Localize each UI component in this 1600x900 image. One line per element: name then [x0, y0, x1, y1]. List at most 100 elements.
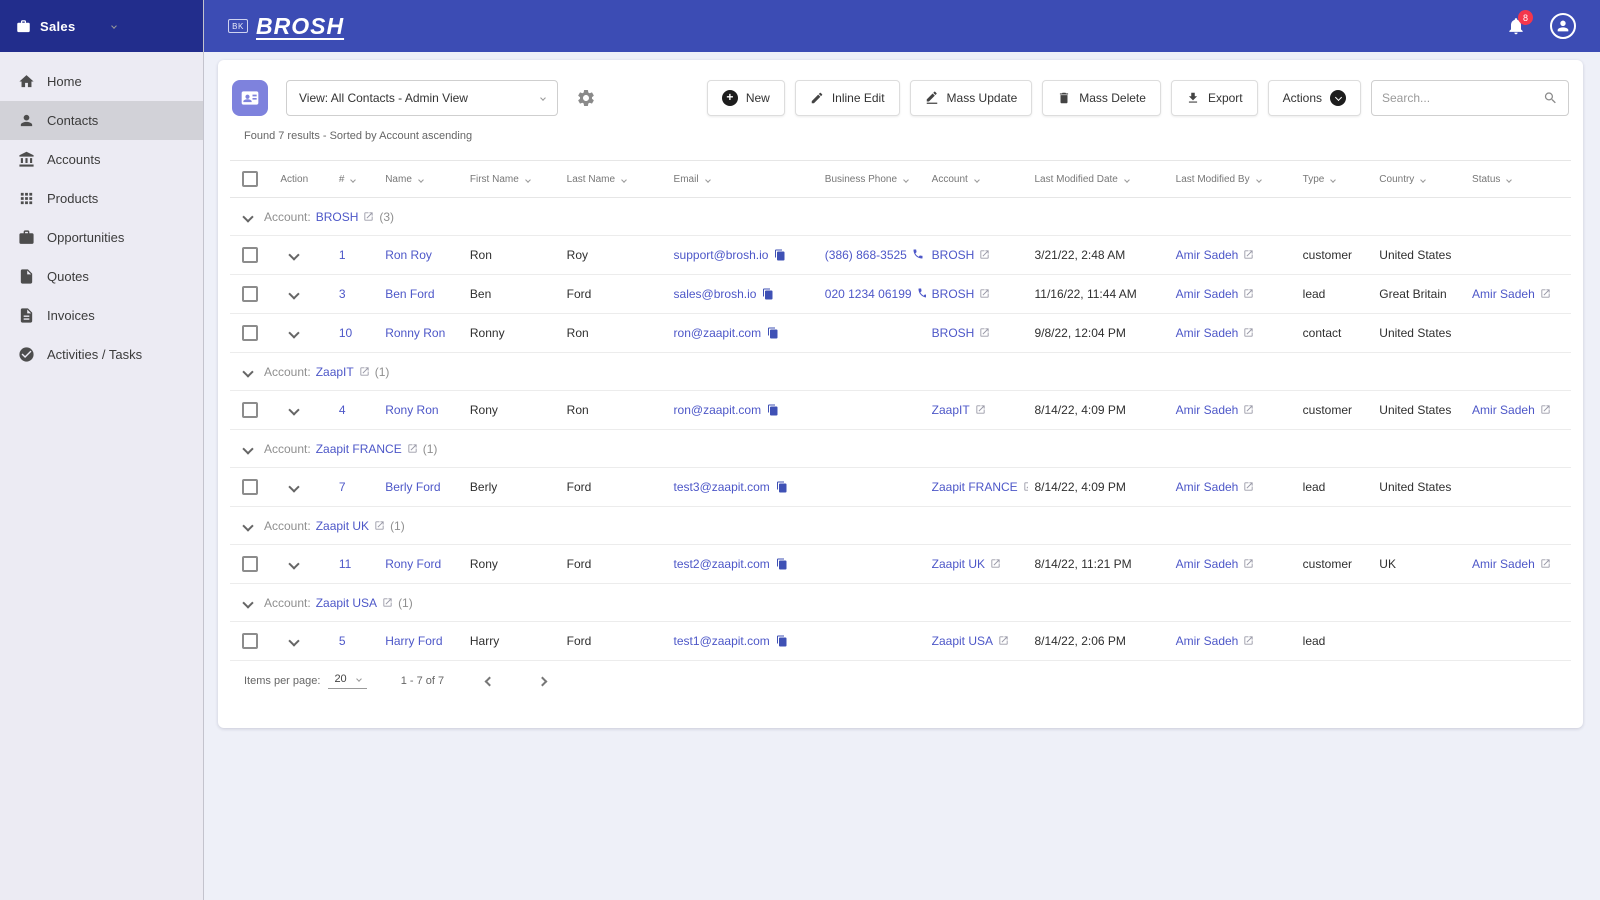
contact-name-link[interactable]: Ron Roy	[385, 248, 432, 262]
last-modified-by-link[interactable]: Amir Sadeh	[1176, 480, 1239, 494]
column-header-first-name[interactable]: First Name	[463, 160, 561, 198]
column-header-action[interactable]: Action	[274, 160, 333, 198]
email-link[interactable]: ron@zaapit.com	[674, 403, 762, 417]
contact-name-link[interactable]: Rony Ford	[385, 557, 441, 571]
sidebar-item-accounts[interactable]: Accounts	[0, 140, 203, 179]
copy-icon[interactable]	[776, 635, 788, 647]
row-number-link[interactable]: 10	[339, 326, 352, 340]
copy-icon[interactable]	[767, 327, 779, 339]
sidebar-item-products[interactable]: Products	[0, 179, 203, 218]
row-action-chevron[interactable]	[288, 558, 301, 570]
column-header-last-modified-by[interactable]: Last Modified By	[1169, 160, 1297, 198]
column-header-last-name[interactable]: Last Name	[560, 160, 668, 198]
row-number-link[interactable]: 5	[339, 634, 346, 648]
group-collapse-chevron[interactable]	[242, 442, 254, 455]
sort-chevron-icon[interactable]	[524, 176, 531, 183]
mass-delete-button[interactable]: Mass Delete	[1042, 80, 1161, 116]
row-checkbox[interactable]	[242, 633, 258, 649]
account-link[interactable]: BROSH	[932, 248, 975, 262]
account-link[interactable]: Zaapit USA	[932, 634, 993, 648]
phone-icon[interactable]	[917, 287, 926, 299]
contact-name-link[interactable]: Ben Ford	[385, 287, 434, 301]
email-link[interactable]: test1@zaapit.com	[674, 634, 770, 648]
search-icon[interactable]	[1543, 90, 1558, 106]
column-header-[interactable]: #	[332, 160, 380, 198]
group-collapse-chevron[interactable]	[242, 519, 254, 532]
group-account-link[interactable]: BROSH	[316, 210, 359, 224]
contact-name-link[interactable]: Harry Ford	[385, 634, 442, 648]
row-number-link[interactable]: 11	[339, 557, 351, 571]
app-switcher[interactable]: Sales	[0, 0, 203, 52]
new-button[interactable]: + New	[706, 80, 785, 116]
account-link[interactable]: Zaapit FRANCE	[932, 480, 1018, 494]
last-modified-by-link[interactable]: Amir Sadeh	[1176, 403, 1239, 417]
row-checkbox[interactable]	[242, 402, 258, 418]
status-link[interactable]: Amir Sadeh	[1472, 557, 1535, 571]
group-account-link[interactable]: Zaapit UK	[316, 519, 369, 533]
actions-button[interactable]: Actions	[1267, 80, 1361, 116]
group-collapse-chevron[interactable]	[242, 210, 254, 223]
last-modified-by-link[interactable]: Amir Sadeh	[1176, 634, 1239, 648]
sort-chevron-icon[interactable]	[621, 176, 627, 183]
sidebar-item-invoices[interactable]: Invoices	[0, 296, 203, 335]
mass-update-button[interactable]: Mass Update	[909, 80, 1033, 116]
group-account-link[interactable]: Zaapit FRANCE	[316, 442, 402, 456]
email-link[interactable]: support@brosh.io	[674, 248, 769, 262]
sort-chevron-icon[interactable]	[903, 176, 909, 183]
last-modified-by-link[interactable]: Amir Sadeh	[1176, 557, 1239, 571]
inline-edit-button[interactable]: Inline Edit	[794, 80, 900, 116]
row-number-link[interactable]: 1	[339, 248, 346, 262]
copy-icon[interactable]	[776, 558, 788, 570]
account-link[interactable]: ZaapIT	[932, 403, 970, 417]
list-settings-button[interactable]	[576, 88, 596, 108]
row-action-chevron[interactable]	[288, 327, 301, 339]
row-checkbox[interactable]	[242, 556, 258, 572]
group-account-link[interactable]: Zaapit USA	[316, 596, 377, 610]
email-link[interactable]: test2@zaapit.com	[674, 557, 770, 571]
row-action-chevron[interactable]	[288, 481, 301, 493]
view-object-icon[interactable]	[232, 80, 268, 116]
status-link[interactable]: Amir Sadeh	[1472, 403, 1535, 417]
status-link[interactable]: Amir Sadeh	[1472, 287, 1535, 301]
column-header-email[interactable]: Email	[667, 160, 819, 198]
group-account-link[interactable]: ZaapIT	[316, 365, 354, 379]
email-link[interactable]: test3@zaapit.com	[674, 480, 770, 494]
phone-link[interactable]: (386) 868-3525	[825, 248, 907, 262]
email-link[interactable]: ron@zaapit.com	[674, 326, 762, 340]
row-checkbox[interactable]	[242, 247, 258, 263]
sidebar-item-home[interactable]: Home	[0, 62, 203, 101]
last-modified-by-link[interactable]: Amir Sadeh	[1176, 326, 1239, 340]
group-collapse-chevron[interactable]	[242, 365, 254, 378]
notifications-button[interactable]: 8	[1506, 10, 1533, 36]
sort-chevron-icon[interactable]	[1255, 176, 1262, 183]
sidebar-item-contacts[interactable]: Contacts	[0, 101, 203, 140]
sort-chevron-icon[interactable]	[350, 176, 357, 183]
row-number-link[interactable]: 3	[339, 287, 346, 301]
last-modified-by-link[interactable]: Amir Sadeh	[1176, 248, 1239, 262]
sort-chevron-icon[interactable]	[973, 176, 980, 183]
last-modified-by-link[interactable]: Amir Sadeh	[1176, 287, 1239, 301]
contact-name-link[interactable]: Berly Ford	[385, 480, 440, 494]
column-header-last-modified-date[interactable]: Last Modified Date	[1028, 160, 1170, 198]
previous-page-button[interactable]	[482, 674, 497, 689]
account-link[interactable]: Zaapit UK	[932, 557, 985, 571]
phone-link[interactable]: 020 1234 06199	[825, 287, 912, 301]
sidebar-item-activities-tasks[interactable]: Activities / Tasks	[0, 335, 203, 374]
user-avatar[interactable]	[1550, 13, 1576, 39]
row-checkbox[interactable]	[242, 479, 258, 495]
select-all-checkbox[interactable]	[242, 171, 258, 187]
chevron-down-icon[interactable]	[111, 23, 118, 29]
row-number-link[interactable]: 7	[339, 480, 346, 494]
row-action-chevron[interactable]	[288, 249, 301, 261]
sort-chevron-icon[interactable]	[1330, 176, 1337, 183]
group-collapse-chevron[interactable]	[242, 596, 254, 609]
account-link[interactable]: BROSH	[932, 326, 975, 340]
contact-name-link[interactable]: Rony Ron	[385, 403, 438, 417]
search-input[interactable]	[1382, 91, 1537, 105]
view-selector[interactable]: View: All Contacts - Admin View	[286, 80, 558, 116]
row-action-chevron[interactable]	[288, 288, 301, 300]
copy-icon[interactable]	[767, 404, 779, 416]
row-checkbox[interactable]	[242, 286, 258, 302]
items-per-page-select[interactable]: 20	[328, 673, 367, 689]
row-checkbox[interactable]	[242, 325, 258, 341]
